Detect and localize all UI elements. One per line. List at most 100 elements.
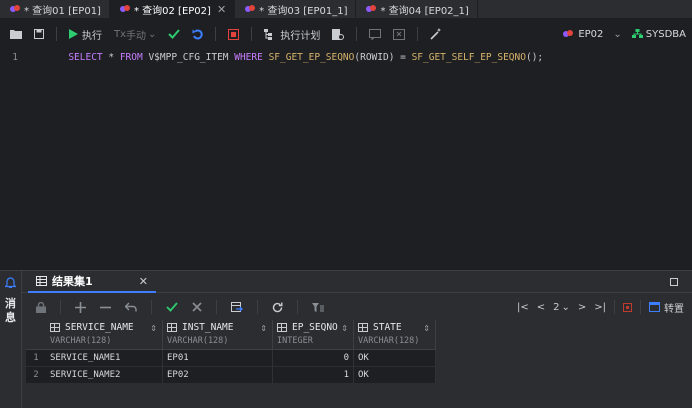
- next-page-icon[interactable]: >: [578, 302, 586, 313]
- bell-icon[interactable]: [5, 277, 16, 289]
- filter-icon: [312, 302, 324, 312]
- table-cell[interactable]: OK: [354, 349, 436, 367]
- row-number: 1: [33, 353, 39, 363]
- undo-arrow-icon: [125, 302, 137, 312]
- column-header-inst-name[interactable]: INST_NAME VARCHAR(128) ⇕: [163, 320, 273, 349]
- refresh-icon: [272, 302, 283, 312]
- table-cell[interactable]: OK: [354, 366, 436, 384]
- minus-icon: [100, 306, 111, 308]
- sql-keyword: FROM: [119, 51, 143, 63]
- folder-icon: [10, 30, 22, 39]
- uncomment-icon: [393, 28, 406, 40]
- sort-icon[interactable]: ⇕: [260, 324, 267, 333]
- filter-button[interactable]: [312, 302, 324, 313]
- result-grid: SERVICE_NAME VARCHAR(128) ⇕ INST_NAME VA…: [26, 320, 436, 384]
- result-panel: 消息 结果集1 ✕ |< < 2 ⌄ > >| 转置 SERVICE_NAME …: [0, 270, 692, 408]
- query-tab-bar: * 查询01 [EP01] * 查询02 [EP02] ✕ * 查询03 [EP0…: [0, 0, 692, 18]
- stop-icon: [228, 28, 240, 40]
- line-number: 1: [12, 51, 18, 63]
- user-tree-icon: [631, 29, 643, 38]
- table-cell[interactable]: SERVICE_NAME1: [46, 349, 163, 367]
- close-icon[interactable]: ✕: [139, 275, 148, 288]
- page-number-select[interactable]: 2 ⌄: [553, 302, 570, 313]
- sql-function: SF_GET_EP_SEQNO: [268, 51, 355, 63]
- pagination: |< < 2 ⌄ > >| 转置: [509, 294, 684, 320]
- transpose-icon: [649, 302, 660, 312]
- sql-token: (ROWID) =: [354, 51, 412, 63]
- close-icon[interactable]: ✕: [217, 3, 226, 16]
- column-header-service-name[interactable]: SERVICE_NAME VARCHAR(128) ⇕: [46, 320, 163, 349]
- lock-button[interactable]: [36, 301, 46, 313]
- column-icon: [277, 323, 287, 332]
- transpose-button[interactable]: 转置: [649, 300, 684, 315]
- toolbar-divider: [151, 300, 152, 314]
- toolbar-divider: [60, 300, 61, 314]
- sql-text[interactable]: SELECT * FROM V$MPP_CFG_ITEM WHERE SF_GE…: [34, 41, 543, 74]
- row-number: 2: [33, 370, 39, 380]
- db-icon: [563, 30, 574, 38]
- db-icon: [119, 5, 131, 13]
- column-icon: [50, 323, 60, 332]
- toolbar-divider: [356, 27, 358, 41]
- sql-keyword: SELECT: [68, 51, 103, 63]
- last-page-icon[interactable]: >|: [594, 302, 606, 313]
- toolbar-divider: [417, 27, 419, 41]
- plus-icon: [75, 301, 86, 313]
- plan-icon: [264, 28, 273, 40]
- user-select[interactable]: SYSDBA: [631, 29, 686, 40]
- column-header-ep-seqno[interactable]: EP_SEQNO INTEGER ⇕: [273, 320, 354, 349]
- messages-tab[interactable]: 消息: [5, 297, 17, 325]
- sort-icon[interactable]: ⇕: [341, 324, 348, 333]
- tab-query01[interactable]: * 查询01 [EP01]: [0, 0, 110, 18]
- x-icon: [192, 302, 202, 312]
- result-tab-bar: 结果集1 ✕: [22, 271, 692, 293]
- export-icon: [231, 301, 243, 312]
- stop-fetch-button[interactable]: [623, 302, 632, 312]
- db-icon: [245, 5, 256, 13]
- tab-query03[interactable]: * 查询03 [EP01_1]: [235, 0, 357, 18]
- export-button[interactable]: [231, 301, 243, 313]
- delete-row-button[interactable]: [100, 302, 111, 313]
- toolbar-divider: [297, 300, 298, 314]
- document-gear-icon: [332, 28, 345, 40]
- magic-wand-icon: [430, 28, 442, 40]
- apply-button[interactable]: [166, 302, 178, 312]
- column-icon: [358, 323, 368, 332]
- sql-token: *: [102, 51, 120, 63]
- toolbar-divider: [216, 300, 217, 314]
- table-cell[interactable]: 1: [273, 366, 354, 384]
- tab-query04[interactable]: * 查询04 [EP02_1]: [356, 0, 478, 18]
- tab-result-set-1[interactable]: 结果集1 ✕: [28, 271, 156, 293]
- sort-icon[interactable]: ⇕: [150, 324, 157, 333]
- table-row[interactable]: 1 SERVICE_NAME1 EP01 0 OK: [26, 349, 436, 367]
- tab-query02[interactable]: * 查询02 [EP02] ✕: [109, 0, 236, 18]
- column-icon: [167, 323, 177, 332]
- table-cell[interactable]: SERVICE_NAME2: [46, 366, 163, 384]
- sort-icon[interactable]: ⇕: [423, 324, 430, 333]
- refresh-button[interactable]: [272, 302, 283, 313]
- first-page-icon[interactable]: |<: [517, 302, 529, 313]
- table-cell[interactable]: EP01: [163, 349, 273, 367]
- table-cell[interactable]: 0: [273, 349, 354, 367]
- chevron-down-icon: ⌄: [148, 28, 157, 40]
- commit-mode-icon: Tx: [114, 28, 127, 40]
- sql-keyword: WHERE: [234, 51, 263, 63]
- table-icon: [36, 276, 47, 286]
- prev-page-icon[interactable]: <: [537, 302, 545, 313]
- open-folder-button[interactable]: [10, 20, 22, 48]
- sql-token: V$MPP_CFG_ITEM: [142, 51, 235, 63]
- comment-icon: [369, 28, 382, 40]
- sql-editor[interactable]: 1 SELECT * FROM V$MPP_CFG_ITEM WHERE SF_…: [0, 48, 692, 270]
- toolbar-divider: [251, 27, 253, 41]
- maximize-icon[interactable]: [670, 278, 678, 286]
- column-header-state[interactable]: STATE VARCHAR(128) ⇕: [354, 320, 436, 349]
- instance-select[interactable]: EP02 ⌄: [563, 29, 622, 40]
- stop-icon: [623, 302, 632, 312]
- cancel-button[interactable]: [192, 302, 202, 312]
- table-row[interactable]: 2 SERVICE_NAME2 EP02 1 OK: [26, 366, 436, 384]
- play-icon: [69, 29, 78, 39]
- table-cell[interactable]: EP02: [163, 366, 273, 384]
- toolbar-divider: [215, 27, 217, 41]
- undo-edit-button[interactable]: [125, 302, 137, 312]
- add-row-button[interactable]: [75, 301, 86, 313]
